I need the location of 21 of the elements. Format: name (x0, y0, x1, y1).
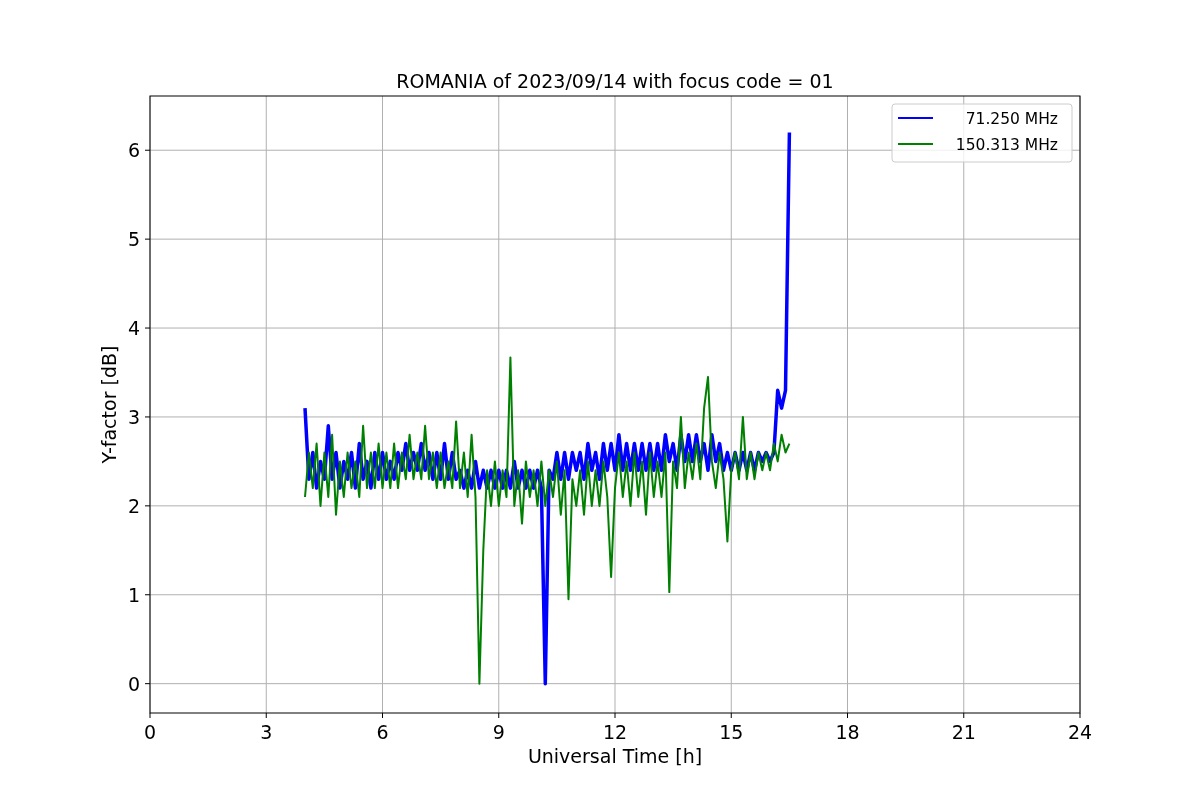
tick-label: 0 (143, 721, 157, 743)
tick-label: 2 (127, 494, 140, 517)
tick-label: 0 (127, 672, 140, 695)
tick-label: 12 (602, 721, 628, 743)
y-axis-label: Y-factor [dB] (98, 345, 120, 464)
tick-label: 6 (376, 721, 389, 743)
tick-label: 18 (835, 721, 860, 743)
tick-label: 3 (260, 721, 273, 743)
tick-label: 21 (951, 721, 976, 743)
x-axis-label: Universal Time [h] (527, 745, 703, 767)
tick-label: 15 (719, 721, 744, 743)
legend-label: 150.313 MHz (955, 136, 1058, 154)
tick-label: 4 (127, 317, 140, 340)
legend-label: 71.250 MHz (965, 110, 1058, 128)
chart-title: ROMANIA of 2023/09/14 with focus code = 01 (396, 70, 834, 92)
tick-label: 3 (127, 405, 140, 428)
tick-label: 1 (127, 583, 140, 606)
tick-label: 6 (127, 139, 140, 162)
tick-label: 5 (127, 228, 140, 251)
tick-label: 24 (1067, 721, 1093, 743)
tick-label: 9 (492, 721, 505, 743)
